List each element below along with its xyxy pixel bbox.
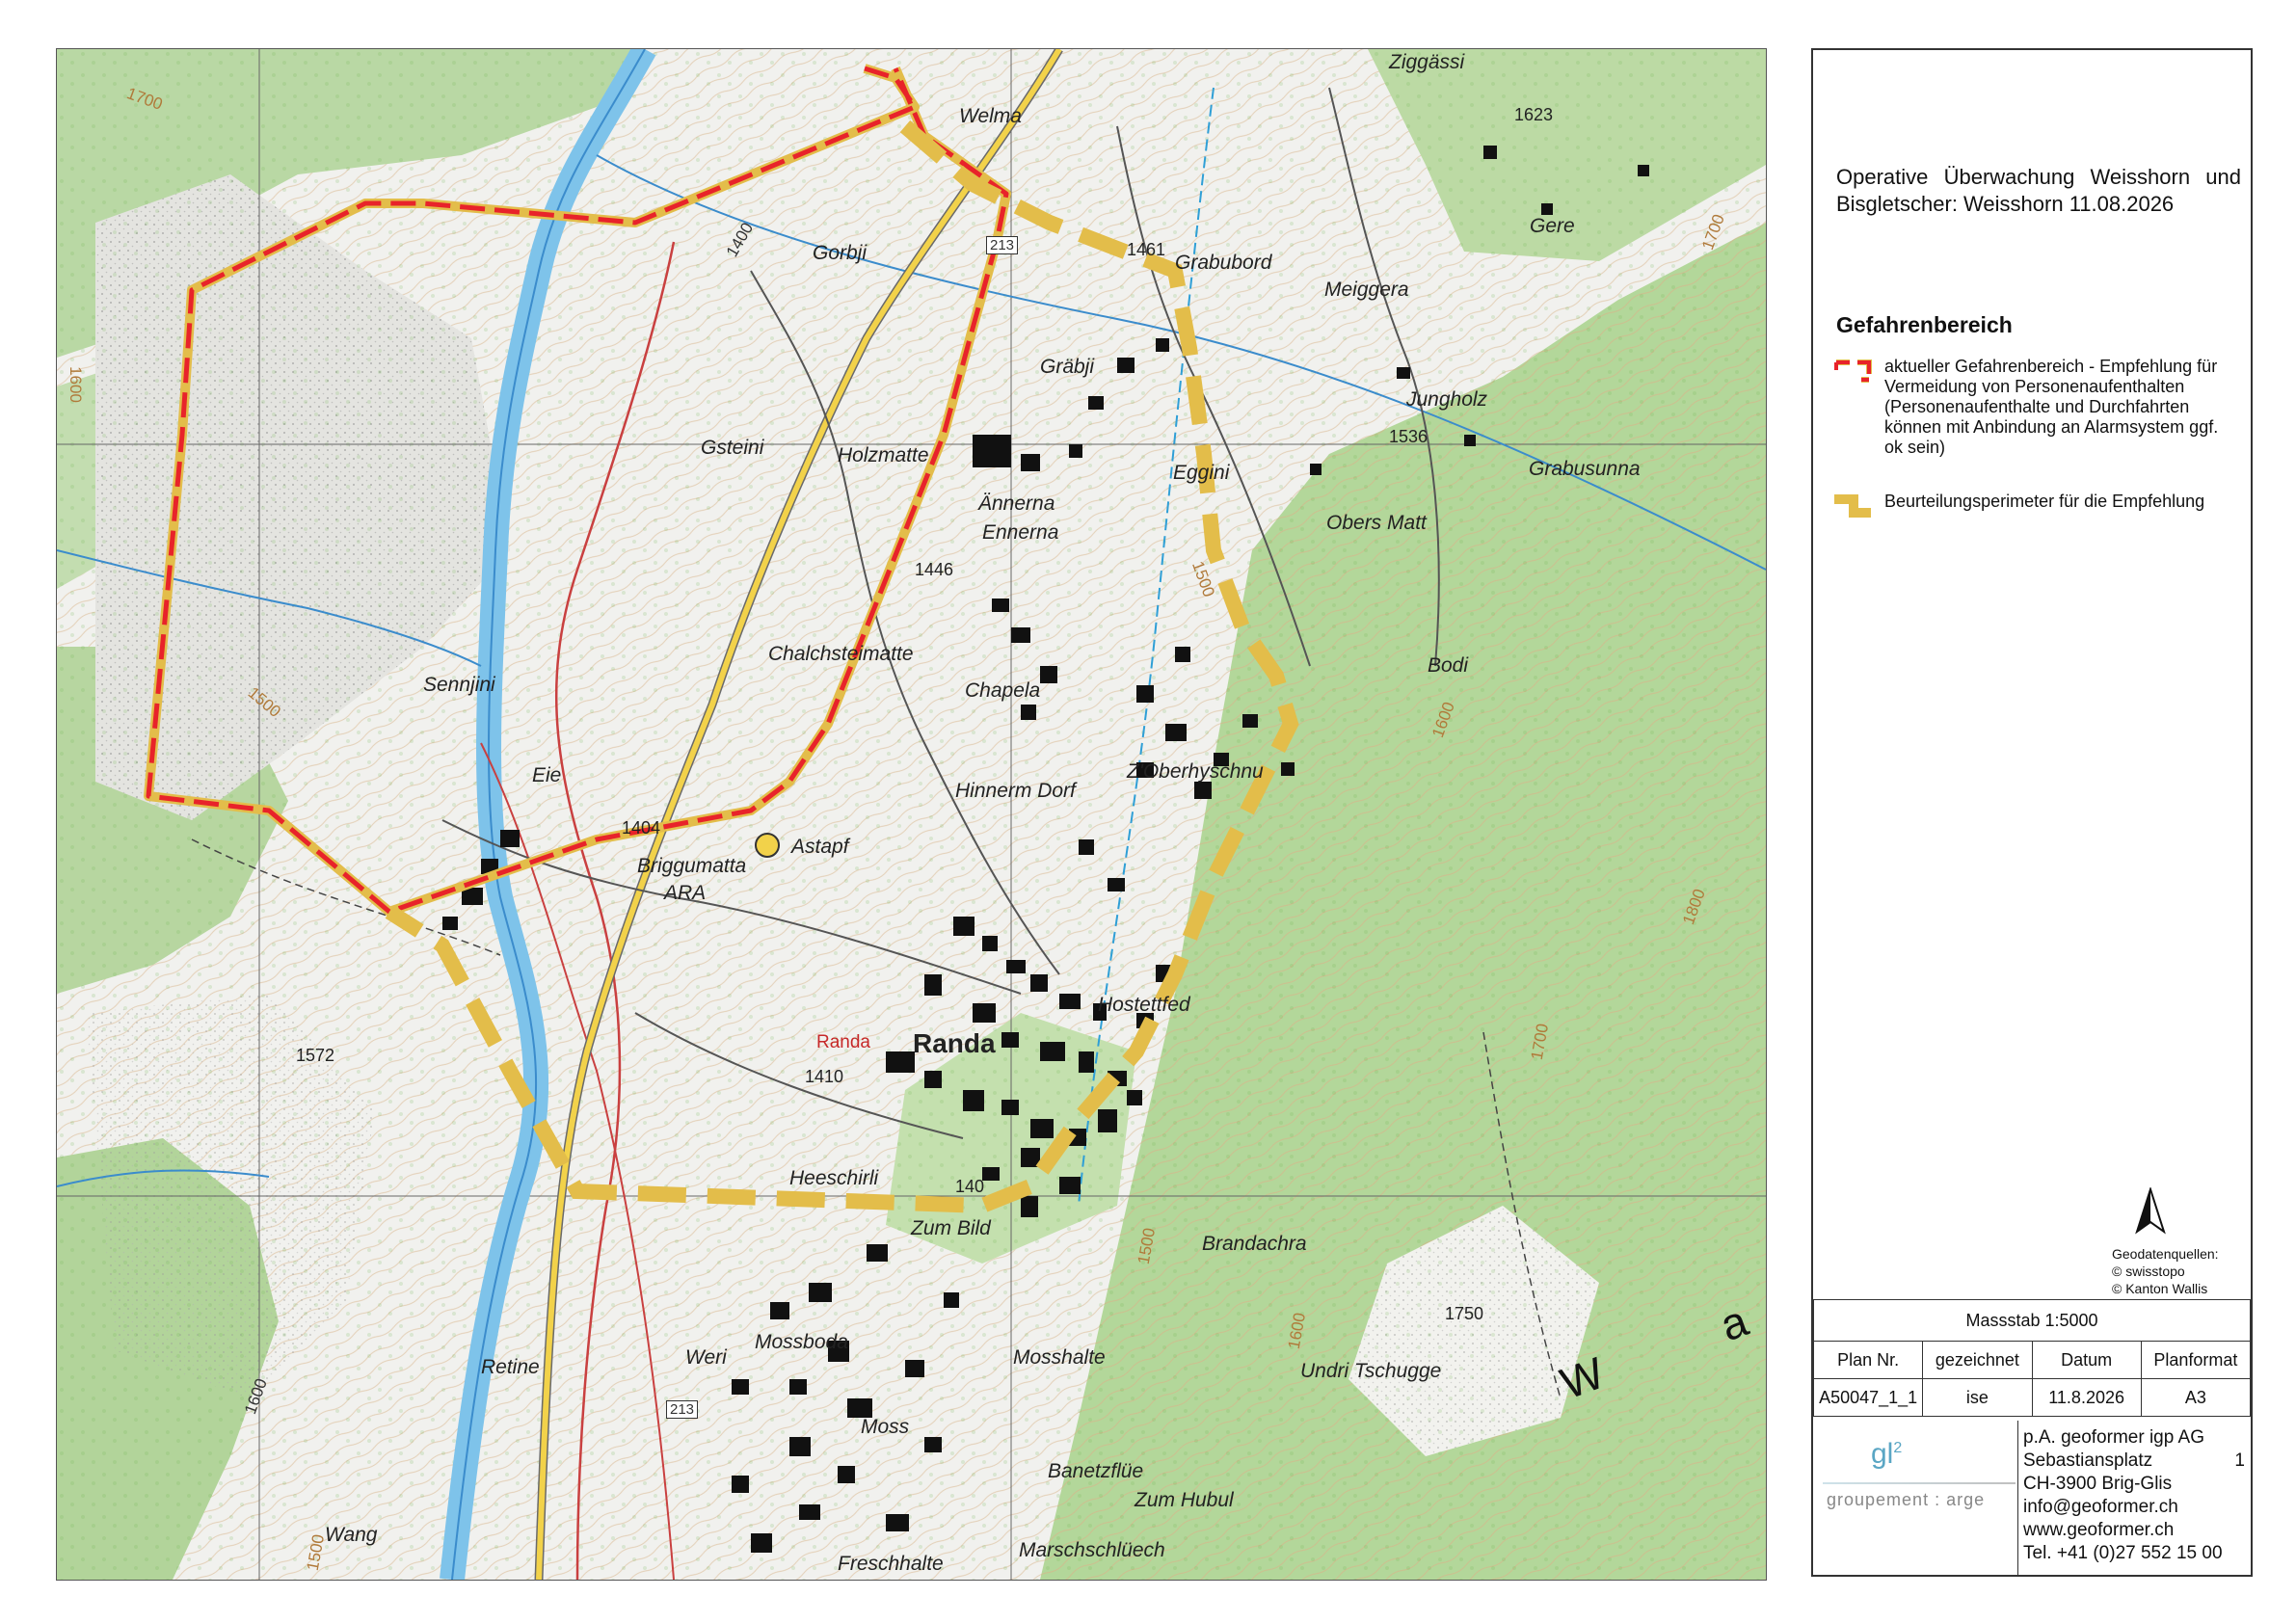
place-label: Zum Hubul: [1135, 1489, 1234, 1511]
place-label: Wang: [325, 1524, 378, 1546]
plan-title: Operative Überwachung Weisshorn und Bisg…: [1836, 165, 2241, 216]
table-header: Datum: [2031, 1341, 2142, 1379]
logo-mark: gl2: [1871, 1438, 1903, 1470]
elevation-label: 1572: [296, 1046, 335, 1065]
legend-text: Beurteilungsperimeter für die Empfehlung: [1884, 492, 2205, 511]
place-label: Ennerna: [982, 521, 1059, 544]
place-label: Grabubord: [1175, 252, 1272, 274]
address-email[interactable]: info@geoformer.ch: [2023, 1496, 2245, 1519]
place-label: Retine: [481, 1356, 540, 1378]
place-label: Obers Matt: [1326, 512, 1427, 534]
place-label: Gere: [1530, 215, 1575, 237]
address-web[interactable]: www.geoformer.ch: [2023, 1519, 2245, 1542]
elevation-label: 1461: [1127, 240, 1166, 259]
company-logo: gl2 groupement : arge: [1813, 1421, 2018, 1577]
north-arrow-icon: [2135, 1187, 2166, 1235]
place-label: Mosshalte: [1013, 1346, 1106, 1369]
address-phone: Tel. +41 (0)27 552 15 00: [2023, 1543, 2223, 1563]
place-label: Chapela: [965, 679, 1041, 702]
elevation-label: 1404: [622, 818, 661, 838]
yellow-dashed-outline-icon: [1834, 494, 1871, 518]
place-label: Eie: [532, 764, 562, 786]
plan-date: 11.8.2026: [2031, 1378, 2142, 1417]
elevation-label: 140: [955, 1177, 985, 1196]
place-label: Ännerna: [978, 492, 1055, 515]
place-label: Gorbji: [813, 242, 868, 264]
place-label: Gräbji: [1040, 356, 1095, 378]
address-street-row: Sebastiansplatz 1: [2023, 1450, 2245, 1473]
place-label: Z'Oberhyschnu: [1127, 760, 1264, 783]
place-label: Weri: [685, 1346, 727, 1369]
village-label-randa: Randa: [913, 1028, 996, 1058]
place-label: Briggumatta: [637, 855, 747, 877]
place-label: Heeschirli: [789, 1167, 879, 1189]
legend-heading: Gefahrenbereich: [1836, 312, 2013, 337]
legend-item-perimeter: Beurteilungsperimeter für die Empfehlung: [1832, 492, 2241, 520]
place-label: Banetzflüe: [1048, 1460, 1144, 1482]
place-label: Gsteini: [701, 437, 764, 459]
place-label: Eggini: [1173, 462, 1230, 484]
elevation-label: 1623: [1514, 105, 1554, 124]
contour-label: 1600: [66, 366, 85, 403]
place-label: Sennjini: [423, 674, 495, 696]
scale-label: Massstab 1:5000: [1813, 1299, 2251, 1342]
table-header: Planformat: [2140, 1341, 2252, 1379]
place-label: Chalchsteimatte: [768, 643, 914, 665]
legend-text: aktueller Gefahrenbereich - Empfehlung f…: [1884, 357, 2219, 457]
address-street-number: 1: [2234, 1450, 2245, 1471]
logo-divider: [1823, 1482, 2016, 1484]
place-label: Ziggässi: [1389, 51, 1465, 73]
place-label: Brandachra: [1202, 1233, 1307, 1255]
place-label: Mossboda: [755, 1331, 848, 1353]
drawn-by: ise: [1922, 1378, 2033, 1417]
station-label: Randa: [816, 1032, 870, 1052]
place-label: Meiggera: [1324, 279, 1409, 301]
place-label: Freschhalte: [838, 1553, 944, 1575]
red-dashed-outline-icon: [1834, 359, 1872, 383]
address-street: Sebastiansplatz: [2023, 1450, 2153, 1471]
road-number-badge: 213: [666, 1400, 699, 1419]
address-company: p.A. geoformer igp AG: [2023, 1427, 2204, 1448]
topographic-map[interactable]: Ziggässi Welma Gorbji Grabubord Meiggera…: [56, 48, 1767, 1581]
place-label: Grabusunna: [1529, 458, 1641, 480]
source-line: © Kanton Wallis: [2112, 1281, 2208, 1296]
sources-heading: Geodatenquellen:: [2112, 1246, 2219, 1262]
road-number-badge: 213: [986, 236, 1019, 254]
place-label: Marschschlüech: [1019, 1539, 1165, 1561]
place-label: Hostettfed: [1098, 994, 1190, 1016]
logo-text: groupement : arge: [1827, 1490, 1986, 1509]
place-label: Welma: [959, 105, 1022, 127]
plan-number: A50047_1_1: [1812, 1378, 1924, 1417]
table-header: gezeichnet: [1922, 1341, 2033, 1379]
legend-item-hazard: aktueller Gefahrenbereich - Empfehlung f…: [1832, 357, 2241, 458]
place-label: ARA: [664, 882, 707, 904]
elevation-label: 1536: [1389, 427, 1428, 446]
place-label: Jungholz: [1406, 388, 1488, 411]
elevation-label: 1750: [1445, 1304, 1484, 1323]
plan-format: A3: [2140, 1378, 2252, 1417]
elevation-label: 1446: [915, 560, 954, 579]
place-label: Bodi: [1428, 654, 1469, 677]
place-label: Holzmatte: [838, 444, 929, 466]
source-line: © swisstopo: [2112, 1264, 2185, 1279]
table-header: Plan Nr.: [1812, 1341, 1924, 1379]
place-label: Astapf: [791, 836, 849, 858]
place-label: Zum Bild: [911, 1217, 991, 1239]
place-label: Hinnerm Dorf: [955, 780, 1076, 802]
map-graphics: [57, 49, 1766, 1580]
plan-info-table: Massstab 1:5000 Plan Nr. gezeichnet Datu…: [1812, 1299, 2252, 1417]
legend-panel: Operative Überwachung Weisshorn und Bisg…: [1811, 48, 2253, 1577]
address-city: CH-3900 Brig-Glis: [2023, 1474, 2173, 1494]
data-sources: Geodatenquellen: © swisstopo © Kanton Wa…: [2112, 1245, 2219, 1297]
place-label: Undri Tschugge: [1300, 1360, 1442, 1382]
company-address: p.A. geoformer igp AG Sebastiansplatz 1 …: [2023, 1426, 2245, 1565]
place-label: Moss: [861, 1416, 910, 1438]
elevation-label: 1410: [805, 1067, 844, 1086]
